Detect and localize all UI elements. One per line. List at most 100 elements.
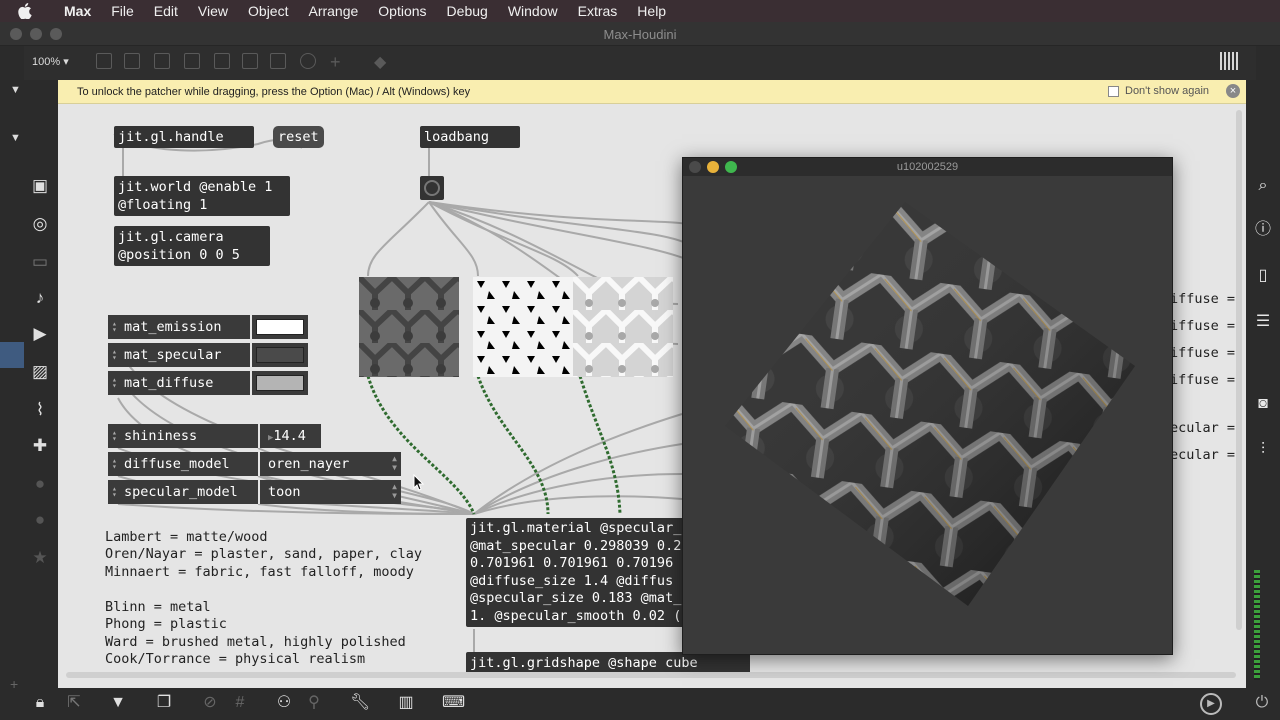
list-icon[interactable]: ☰ <box>1253 312 1273 332</box>
menu-file[interactable]: File <box>101 0 144 22</box>
new-object-icon[interactable] <box>96 53 112 69</box>
attrui-mat-emission[interactable]: ▴ ▾ mat_emission <box>108 315 308 339</box>
close-icon[interactable]: × <box>1226 84 1240 98</box>
menu-object[interactable]: Object <box>238 0 298 22</box>
wrench-icon[interactable]: 🔧︎ <box>350 693 370 713</box>
zoom-level: 100% <box>32 56 61 68</box>
inspector-icon[interactable]: ▭ <box>30 252 50 272</box>
audio-play-icon[interactable]: ▶ <box>1200 693 1222 715</box>
star-icon[interactable]: ★ <box>30 548 50 568</box>
p-icon[interactable]: ● <box>30 474 50 494</box>
jit-gl-camera-object[interactable]: jit.gl.camera @position 0 0 5 <box>114 226 270 266</box>
loadbang-object[interactable]: loadbang <box>420 126 520 148</box>
attrui-shininess[interactable]: ▴ ▾ shininess ▶14.4 <box>108 424 321 448</box>
apple-icon[interactable] <box>18 0 36 22</box>
menu-options[interactable]: Options <box>368 0 436 22</box>
add-icon[interactable]: + <box>330 52 341 73</box>
reset-message[interactable]: reset <box>273 126 324 148</box>
checkbox-box[interactable] <box>1108 85 1119 97</box>
button-icon[interactable] <box>184 53 200 69</box>
hierarchy-icon[interactable]: ⚇ <box>274 693 294 713</box>
music-note-icon[interactable]: ♪ <box>30 288 50 308</box>
piano-icon[interactable]: ▥ <box>396 693 416 713</box>
search-icon[interactable]: ⌕ <box>1253 176 1273 196</box>
attrui-label: mat_emission <box>108 315 252 339</box>
level-meter <box>1254 570 1260 680</box>
lock-icon[interactable]: 🔒︎ <box>30 693 50 713</box>
menu-arrange[interactable]: Arrange <box>298 0 368 22</box>
jit-world-object[interactable]: jit.world @enable 1 @floating 1 <box>114 176 290 216</box>
paperclip-icon[interactable]: ⌇ <box>30 400 50 420</box>
chevron-updown-icon: ▲ ▼ <box>392 454 397 472</box>
right-sidebar: ⌕ ⓘ ▯ ☰ ◙ ⫶ <box>1246 80 1280 688</box>
menu-max[interactable]: Max <box>54 0 101 22</box>
texture-preview-3[interactable] <box>573 277 673 377</box>
reference-icon[interactable]: ▯ <box>1253 266 1273 286</box>
color-swatch-specular[interactable] <box>256 347 304 363</box>
connect-icon[interactable]: ⚲ <box>304 693 324 713</box>
comment-icon[interactable] <box>154 53 170 69</box>
image-icon[interactable]: ▨ <box>30 362 50 382</box>
color-swatch-emission[interactable] <box>256 319 304 335</box>
menu-help[interactable]: Help <box>627 0 676 22</box>
puzzle-icon[interactable]: ✚ <box>30 436 50 456</box>
add-tab-icon[interactable]: + <box>10 676 18 692</box>
color-swatch-diffuse[interactable] <box>256 375 304 391</box>
grid-snap-icon[interactable]: # <box>230 693 250 713</box>
dont-show-again-checkbox[interactable]: Don't show again <box>1108 85 1209 97</box>
debug-icon[interactable]: ⊘ <box>200 693 220 713</box>
target-icon[interactable]: ◎ <box>30 214 50 234</box>
patcher-toolbar: 100% ▾ + ◆ <box>24 46 1256 80</box>
menu-view[interactable]: View <box>188 0 238 22</box>
zoom-menu[interactable]: 100% ▾ <box>32 55 69 68</box>
info-icon[interactable]: ⓘ <box>1253 220 1273 240</box>
keyboard-icon[interactable]: ⌨ <box>442 693 465 713</box>
render-close-button[interactable] <box>689 161 701 173</box>
texture-preview-1[interactable] <box>359 277 459 377</box>
mixer-icon[interactable]: ⫶ <box>1253 440 1273 460</box>
play-step-icon[interactable]: ▶ <box>30 324 50 344</box>
vertical-scrollbar[interactable] <box>1236 110 1242 630</box>
number-icon[interactable] <box>242 53 258 69</box>
render-zoom-button[interactable] <box>725 161 737 173</box>
collapse-icon[interactable]: ▼ <box>10 84 21 96</box>
attrui-specular-model[interactable]: ▴ ▾ specular_model toon ▲ ▼ <box>108 480 401 504</box>
package-icon[interactable]: ▣ <box>30 176 50 196</box>
slider-icon[interactable] <box>270 53 286 69</box>
horizontal-scrollbar[interactable] <box>66 672 1236 678</box>
jit-gl-handle-object[interactable]: jit.gl.handle <box>114 126 254 148</box>
number-box[interactable]: ▶14.4 <box>262 424 321 448</box>
bang-circle-icon <box>424 180 440 196</box>
hidden-label-3: iffuse = <box>1170 345 1236 361</box>
diffuse-model-menu[interactable]: oren_nayer <box>262 452 401 476</box>
message-icon[interactable] <box>124 53 140 69</box>
texture-preview-2[interactable] <box>473 277 573 377</box>
comment-bubble-icon[interactable]: ▼ <box>108 693 128 713</box>
bang-button[interactable] <box>420 176 444 200</box>
jit-gl-material-object[interactable]: jit.gl.material @specular_ @mat_specular… <box>466 518 696 627</box>
menu-window[interactable]: Window <box>498 0 568 22</box>
windows-icon[interactable]: ❐ <box>154 693 174 713</box>
attrui-mat-diffuse[interactable]: ▴ ▾ mat_diffuse <box>108 371 308 395</box>
attrui-mat-specular[interactable]: ▴ ▾ mat_specular <box>108 343 308 367</box>
jit-gl-gridshape-object[interactable]: jit.gl.gridshape @shape cube <box>466 652 750 674</box>
grid-icon[interactable] <box>1220 52 1240 70</box>
rendered-cube-image <box>725 202 1135 606</box>
render-minimize-button[interactable] <box>707 161 719 173</box>
paint-bucket-icon[interactable]: ◆ <box>374 52 386 72</box>
collapse-icon-2[interactable]: ▼ <box>10 132 21 144</box>
b-icon[interactable]: ● <box>30 510 50 530</box>
camera-icon[interactable]: ◙ <box>1253 394 1273 414</box>
menu-debug[interactable]: Debug <box>437 0 498 22</box>
left-sidebar: ▼ ▼ ▣ ◎ ▭ ♪ ▶ ▨ ⌇ ✚ ● ● ★ + <box>0 80 58 692</box>
menu-extras[interactable]: Extras <box>568 0 628 22</box>
specular-model-menu[interactable]: toon <box>262 480 401 504</box>
power-icon[interactable]: ⏻ <box>1252 693 1272 713</box>
presentation-icon[interactable]: ⇱ <box>64 693 84 713</box>
toggle-icon[interactable] <box>214 53 230 69</box>
attrui-diffuse-model[interactable]: ▴ ▾ diffuse_model oren_nayer ▲ ▼ <box>108 452 401 476</box>
jit-render-window[interactable]: u102002529 <box>682 157 1173 655</box>
dial-icon[interactable] <box>300 53 316 69</box>
attrui-label: specular_model <box>108 480 260 504</box>
menu-edit[interactable]: Edit <box>144 0 188 22</box>
